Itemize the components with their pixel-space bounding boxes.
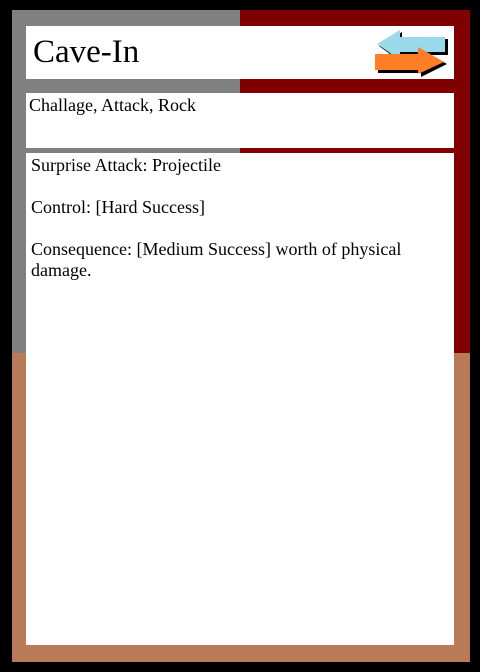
game-card: Cave-In Challage, Attack, Rock Surprise … — [0, 0, 480, 672]
rules-box: Surprise Attack: Projectile Control: [Ha… — [26, 153, 454, 645]
title-box: Cave-In — [26, 26, 454, 79]
swap-arrows-icon — [375, 30, 448, 77]
consequence-line: Consequence: [Medium Success] worth of p… — [31, 239, 402, 280]
card-tags: Challage, Attack, Rock — [29, 95, 196, 115]
control-line: Control: [Hard Success] — [31, 197, 205, 217]
surprise-attack-line: Surprise Attack: Projectile — [31, 155, 221, 175]
tags-box: Challage, Attack, Rock — [26, 93, 454, 148]
card-title: Cave-In — [33, 34, 140, 70]
